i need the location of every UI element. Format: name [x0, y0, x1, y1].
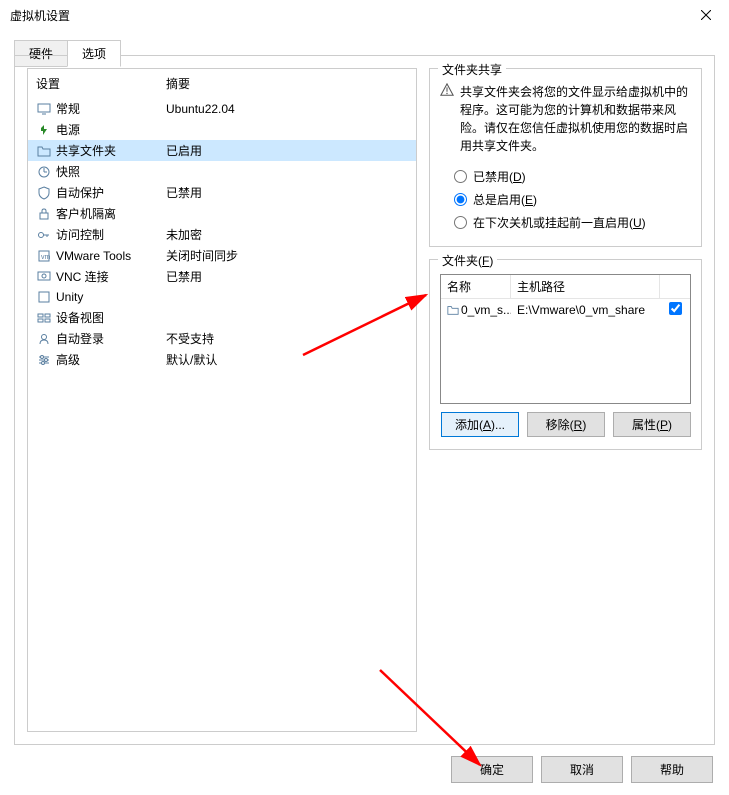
header-setting: 设置 [36, 75, 166, 92]
autologin-icon [36, 331, 52, 347]
settings-row[interactable]: 访问控制未加密 [28, 224, 416, 245]
folder-row[interactable]: 0_vm_s...E:\Vmware\0_vm_share [441, 299, 690, 321]
remove-folder-button[interactable]: 移除(R) [527, 412, 605, 437]
svg-text:vm: vm [41, 254, 51, 261]
setting-name: VNC 连接 [56, 268, 166, 285]
setting-name: 设备视图 [56, 309, 166, 326]
ok-button[interactable]: 确定 [451, 756, 533, 783]
setting-name: 客户机隔离 [56, 205, 166, 222]
power-icon [36, 122, 52, 138]
setting-name: 自动登录 [56, 330, 166, 347]
header-summary: 摘要 [166, 75, 408, 92]
add-folder-button[interactable]: 添加(A)... [441, 412, 519, 437]
settings-row[interactable]: 常规Ubuntu22.04 [28, 98, 416, 119]
th-name[interactable]: 名称 [441, 275, 511, 298]
folders-thead: 名称 主机路径 [441, 275, 690, 299]
setting-name: Unity [56, 290, 166, 304]
setting-name: 电源 [56, 121, 166, 138]
radio-until-input[interactable] [454, 216, 467, 229]
share-warning: 共享文件夹会将您的文件显示给虚拟机中的程序。这可能为您的计算机和数据带来风险。请… [440, 83, 691, 155]
radio-disabled[interactable]: 已禁用(D) [454, 165, 691, 188]
vmtools-icon: vm [36, 248, 52, 264]
settings-list: 常规Ubuntu22.04电源共享文件夹已启用快照自动保护已禁用客户机隔离访问控… [28, 98, 416, 731]
shield-icon [36, 185, 52, 201]
key-icon [36, 227, 52, 243]
share-group-title: 文件夹共享 [438, 61, 506, 78]
titlebar: 虚拟机设置 [0, 0, 729, 30]
folders-buttons: 添加(A)... 移除(R) 属性(P) [440, 412, 691, 437]
settings-row[interactable]: 电源 [28, 119, 416, 140]
setting-summary: 已禁用 [166, 184, 408, 201]
setting-name: 常规 [56, 100, 166, 117]
settings-row[interactable]: 客户机隔离 [28, 203, 416, 224]
window-title: 虚拟机设置 [10, 7, 70, 24]
close-button[interactable] [683, 0, 729, 30]
folders-group-title: 文件夹(F) [438, 252, 497, 269]
setting-name: 访问控制 [56, 226, 166, 243]
settings-row[interactable]: VNC 连接已禁用 [28, 266, 416, 287]
settings-row[interactable]: 高级默认/默认 [28, 349, 416, 370]
settings-list-panel: 设置 摘要 常规Ubuntu22.04电源共享文件夹已启用快照自动保护已禁用客户… [27, 68, 417, 732]
share-radio-group: 已禁用(D) 总是启用(E) 在下次关机或挂起前一直启用(U) [454, 165, 691, 234]
radio-until-shutdown[interactable]: 在下次关机或挂起前一直启用(U) [454, 211, 691, 234]
advanced-icon [36, 352, 52, 368]
setting-name: 高级 [56, 351, 166, 368]
folder-check-cell[interactable] [660, 300, 690, 320]
share-group: 文件夹共享 共享文件夹会将您的文件显示给虚拟机中的程序。这可能为您的计算机和数据… [429, 68, 702, 247]
monitor-icon [36, 101, 52, 117]
setting-name: 自动保护 [56, 184, 166, 201]
vnc-icon [36, 269, 52, 285]
settings-row[interactable]: 自动登录不受支持 [28, 328, 416, 349]
setting-summary: Ubuntu22.04 [166, 102, 408, 116]
th-check [660, 275, 690, 298]
settings-header: 设置 摘要 [28, 69, 416, 98]
radio-always[interactable]: 总是启用(E) [454, 188, 691, 211]
setting-summary: 不受支持 [166, 330, 408, 347]
folders-table[interactable]: 名称 主机路径 0_vm_s...E:\Vmware\0_vm_share [440, 274, 691, 404]
right-panel: 文件夹共享 共享文件夹会将您的文件显示给虚拟机中的程序。这可能为您的计算机和数据… [417, 56, 714, 744]
setting-name: VMware Tools [56, 249, 166, 263]
close-icon [701, 10, 711, 20]
setting-name: 快照 [56, 163, 166, 180]
tab-options[interactable]: 选项 [67, 40, 121, 67]
help-button[interactable]: 帮助 [631, 756, 713, 783]
setting-name: 共享文件夹 [56, 142, 166, 159]
setting-summary: 已禁用 [166, 268, 408, 285]
setting-summary: 默认/默认 [166, 351, 408, 368]
th-path[interactable]: 主机路径 [511, 275, 660, 298]
folder-properties-button[interactable]: 属性(P) [613, 412, 691, 437]
setting-summary: 已启用 [166, 142, 408, 159]
cancel-button[interactable]: 取消 [541, 756, 623, 783]
settings-row[interactable]: 快照 [28, 161, 416, 182]
settings-row[interactable]: 设备视图 [28, 307, 416, 328]
share-warning-text: 共享文件夹会将您的文件显示给虚拟机中的程序。这可能为您的计算机和数据带来风险。请… [460, 83, 691, 155]
setting-summary: 未加密 [166, 226, 408, 243]
warning-icon [440, 83, 454, 155]
setting-summary: 关闭时间同步 [166, 247, 408, 264]
folders-group: 文件夹(F) 名称 主机路径 0_vm_s...E:\Vmware\0_vm_s… [429, 259, 702, 450]
settings-row[interactable]: 共享文件夹已启用 [28, 140, 416, 161]
radio-disabled-input[interactable] [454, 170, 467, 183]
unity-icon [36, 289, 52, 305]
folder-name-cell: 0_vm_s... [441, 301, 511, 319]
snapshot-icon [36, 164, 52, 180]
appliance-icon [36, 310, 52, 326]
folder-path-cell: E:\Vmware\0_vm_share [511, 301, 660, 319]
dialog-footer: 确定 取消 帮助 [451, 756, 713, 783]
lock-icon [36, 206, 52, 222]
radio-always-input[interactable] [454, 193, 467, 206]
settings-row[interactable]: Unity [28, 287, 416, 307]
settings-row[interactable]: vm VMware Tools关闭时间同步 [28, 245, 416, 266]
folder-icon [36, 143, 52, 159]
settings-row[interactable]: 自动保护已禁用 [28, 182, 416, 203]
folder-icon [447, 304, 459, 316]
content-area: 设置 摘要 常规Ubuntu22.04电源共享文件夹已启用快照自动保护已禁用客户… [15, 56, 714, 744]
